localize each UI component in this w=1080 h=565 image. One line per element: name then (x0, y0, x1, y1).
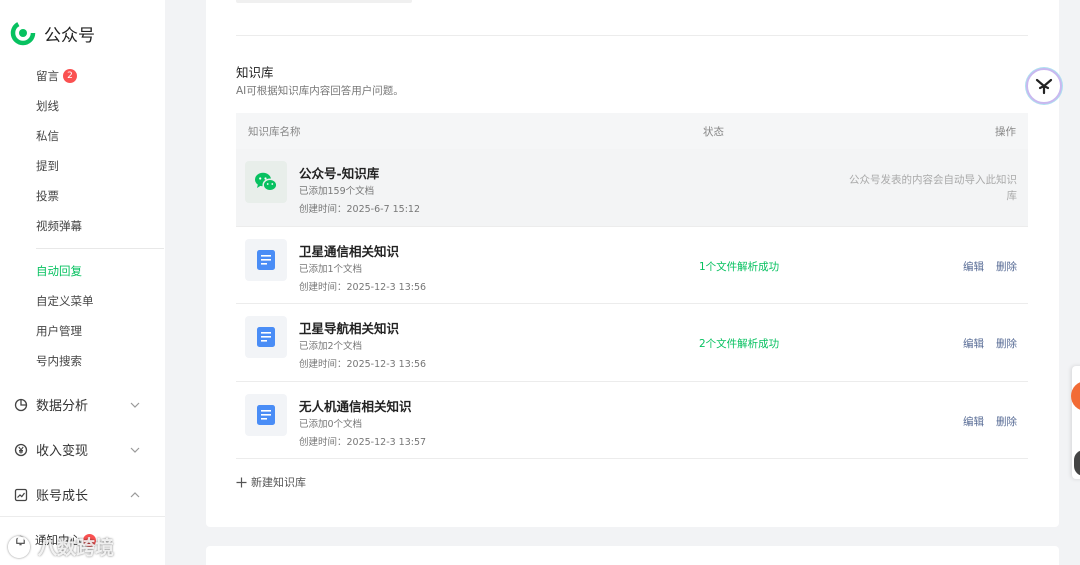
sidebar-item-votes[interactable]: 投票 (36, 188, 59, 204)
section-title: 知识库 (236, 65, 274, 80)
kb-created-time: 创建时间：2025-12-3 13:57 (299, 436, 427, 448)
sidebar-separator (0, 516, 165, 517)
sidebar-item-custom-menu[interactable]: 自定义菜单 (36, 293, 94, 309)
kb-doc-count: 已添加0个文档 (299, 418, 363, 430)
kb-name: 卫星导航相关知识 (299, 321, 400, 336)
nav-divider (36, 248, 164, 249)
sidebar-item-video-danmaku[interactable]: 视频弹幕 (36, 218, 82, 234)
column-header-actions: 操作 (995, 126, 1016, 138)
plus-icon (236, 477, 247, 487)
edit-button[interactable]: 编辑 (963, 414, 984, 429)
kb-thumbnail (245, 238, 287, 281)
brand-name: 公众号 (44, 25, 95, 46)
sidebar-item-label: 提到 (36, 159, 59, 173)
column-header-status: 状态 (703, 126, 724, 138)
wechat-icon (255, 172, 278, 192)
edit-button[interactable]: 编辑 (963, 336, 984, 351)
section-description: AI可根据知识库内容回答用户问题。 (236, 85, 404, 97)
sidebar-item-mentions[interactable]: 提到 (36, 158, 59, 174)
document-icon (257, 249, 275, 270)
new-knowledge-base-label: 新建知识库 (251, 476, 306, 489)
sidebar-item-label: 自定义菜单 (36, 294, 94, 308)
sidebar-item-label: 自动回复 (36, 264, 82, 278)
watermark-logo-icon (8, 535, 30, 558)
kb-created-time: 创建时间：2025-12-3 13:56 (299, 359, 427, 370)
sidebar-group-monetization[interactable]: 收入变现 (14, 440, 144, 459)
yen-icon (14, 443, 28, 456)
next-section-card (206, 546, 1059, 565)
sidebar-item-label: 投票 (36, 189, 59, 203)
sidebar-item-label: 用户管理 (36, 324, 82, 338)
ai-assistant-button[interactable] (1026, 68, 1062, 104)
knowledge-base-card: 知识库 AI可根据知识库内容回答用户问题。 知识库名称 状态 操作 公众号-知识… (206, 0, 1059, 527)
kb-created-time: 创建时间：2025-12-3 13:56 (299, 281, 427, 293)
delete-button[interactable]: 删除 (996, 414, 1017, 429)
sidebar-item-label: 私信 (36, 129, 59, 143)
sidebar-item-highlights[interactable]: 划线 (36, 98, 59, 114)
column-header-name: 知识库名称 (248, 126, 301, 138)
document-icon (257, 404, 275, 425)
brand[interactable]: 公众号 (10, 20, 95, 46)
kb-doc-count: 已添加159个文档 (299, 186, 375, 197)
sidebar-group-label: 账号成长 (36, 489, 89, 504)
table-row[interactable]: 卫星通信相关知识 已添加1个文档 创建时间：2025-12-3 13:56 1个… (236, 227, 1028, 304)
growth-icon (14, 488, 28, 501)
table-row[interactable]: 卫星导航相关知识 已添加2个文档 创建时间：2025-12-3 13:56 2个… (236, 304, 1028, 382)
kb-thumbnail (245, 316, 287, 358)
new-knowledge-base-button[interactable]: 新建知识库 (236, 474, 306, 490)
ai-assistant-icon (1035, 78, 1053, 95)
chevron-up-icon (130, 491, 140, 497)
kb-status: 2个文件解析成功 (699, 338, 780, 350)
kb-thumbnail (245, 161, 287, 203)
wechat-official-logo-icon (10, 20, 36, 46)
table-row[interactable]: 公众号-知识库 已添加159个文档 创建时间：2025-6-7 15:12 公众… (236, 149, 1028, 227)
sidebar-item-messages[interactable]: 私信 (36, 128, 59, 144)
chevron-down-icon (130, 402, 140, 408)
sidebar-item-comments[interactable]: 留言 2 (36, 68, 77, 84)
section-divider (236, 35, 1028, 36)
kb-status: 1个文件解析成功 (699, 260, 780, 273)
sidebar-item-auto-reply[interactable]: 自动回复 (36, 263, 82, 279)
pie-chart-icon (14, 398, 28, 411)
delete-button[interactable]: 删除 (996, 259, 1017, 274)
sidebar-group-account-growth[interactable]: 账号成长 (14, 485, 144, 504)
sidebar-item-label: 划线 (36, 99, 59, 113)
watermark-text: 八数跨境 (38, 537, 115, 559)
sidebar-item-user-management[interactable]: 用户管理 (36, 323, 82, 339)
sidebar-item-label: 号内搜索 (36, 354, 82, 368)
kb-created-time: 创建时间：2025-6-7 15:12 (299, 204, 421, 215)
sidebar-group-label: 数据分析 (36, 399, 89, 414)
kb-doc-count: 已添加1个文档 (299, 263, 363, 275)
sidebar-item-label: 留言 (36, 69, 59, 83)
kb-name: 无人机通信相关知识 (299, 398, 412, 414)
document-icon (257, 327, 275, 347)
sidebar-group-label: 收入变现 (36, 444, 89, 459)
kb-auto-import-note: 公众号发表的内容会自动导入此知识库 (849, 174, 1017, 202)
top-strip (236, 0, 412, 3)
sidebar: 公众号 留言 2 划线 私信 提到 投票 视频弹幕 自动回复 自定义菜单 用户管… (0, 0, 165, 565)
table-header: 知识库名称 状态 操作 (236, 113, 1028, 149)
sidebar-item-label: 视频弹幕 (36, 219, 82, 233)
watermark: 八数跨境 (8, 533, 114, 560)
edit-button[interactable]: 编辑 (963, 259, 984, 274)
kb-name: 卫星通信相关知识 (299, 243, 400, 259)
sidebar-item-in-account-search[interactable]: 号内搜索 (36, 353, 82, 369)
kb-doc-count: 已添加2个文档 (299, 341, 363, 352)
comments-badge: 2 (63, 69, 77, 83)
table-row[interactable]: 无人机通信相关知识 已添加0个文档 创建时间：2025-12-3 13:57 编… (236, 382, 1028, 459)
kb-thumbnail (245, 393, 287, 436)
knowledge-base-table: 知识库名称 状态 操作 公众号-知识库 已添加159个文档 创建时间：2025-… (236, 113, 1028, 459)
kb-name: 公众号-知识库 (299, 166, 380, 181)
sidebar-group-data-analysis[interactable]: 数据分析 (14, 395, 144, 414)
delete-button[interactable]: 删除 (996, 336, 1017, 351)
chevron-down-icon (130, 447, 140, 453)
